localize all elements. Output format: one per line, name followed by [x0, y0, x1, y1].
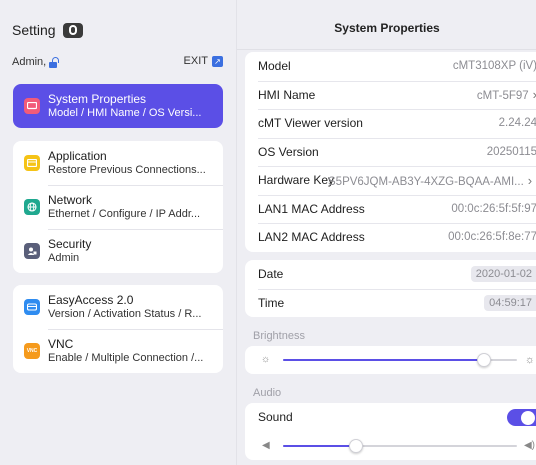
sound-label: Sound	[258, 410, 293, 425]
easyaccess-icon	[24, 299, 40, 315]
user-info: Admin,	[12, 56, 60, 68]
menu-group-system: System Properties Model / HMI Name / OS …	[13, 84, 223, 128]
network-icon	[24, 199, 40, 215]
sidebar-item-network[interactable]: Network Ethernet / Configure / IP Addr..…	[13, 185, 223, 229]
sound-row: Sound	[245, 403, 536, 432]
volume-slider-fill	[283, 444, 356, 447]
sidebar-item-title: VNC	[48, 337, 74, 351]
viewer-version-row: cMT Viewer version 2.24.24	[245, 109, 536, 138]
hardware-key-label: Hardware Key	[258, 173, 335, 188]
security-icon	[24, 243, 40, 259]
os-version-row: OS Version 20250115	[245, 137, 536, 167]
app-title-text: Setting	[12, 22, 56, 38]
date-row: Date 2020-01-02	[245, 260, 536, 289]
sidebar-item-subtitle: Ethernet / Configure / IP Addr...	[48, 208, 201, 220]
lan1-mac-label: LAN1 MAC Address	[258, 201, 365, 216]
exit-label: EXIT	[183, 55, 208, 67]
hmi-name-row[interactable]: HMI Name cMT-5F97 ›	[245, 80, 536, 110]
brightness-slider-thumb[interactable]	[477, 353, 492, 367]
hardware-key-row[interactable]: Hardware Key S5PV6JQM-AB3Y-4XZG-BQAA-AMI…	[245, 166, 536, 195]
brightness-slider[interactable]	[283, 353, 517, 367]
properties-group: Model cMT3108XP (iV) HMI Name cMT-5F97› …	[245, 52, 536, 252]
hmi-name-value: cMT-5F97	[476, 90, 529, 103]
sidebar-item-subtitle: Model / HMI Name / OS Versi...	[48, 107, 202, 119]
sidebar-item-system-properties[interactable]: System Properties Model / HMI Name / OS …	[13, 84, 223, 128]
sidebar-item-title: Security	[48, 237, 92, 251]
viewer-version-label: cMT Viewer version	[258, 116, 363, 131]
sidebar-item-easyaccess[interactable]: EasyAccess 2.0 Version / Activation Stat…	[13, 285, 223, 329]
model-label: Model	[258, 59, 291, 74]
lan2-mac-value: 00:0c:26:5f:8e:77	[448, 231, 536, 244]
sidebar-item-subtitle: Version / Activation Status / R...	[48, 308, 202, 320]
hmi-name-label: HMI Name	[258, 87, 316, 102]
time-value[interactable]: 04:59:17	[484, 294, 536, 311]
application-icon	[24, 155, 40, 171]
system-properties-icon	[24, 98, 40, 114]
page-title: System Properties	[237, 0, 536, 50]
exit-arrow-icon: ↗	[212, 55, 223, 67]
settings-sidebar: Setting Admin, EXIT ↗ System Properties …	[0, 0, 236, 465]
volume-high-icon: ◀)	[523, 439, 535, 451]
unlock-icon[interactable]	[49, 56, 60, 68]
hmi-name-value-wrap: cMT-5F97 ›	[477, 87, 536, 102]
os-version-label: OS Version	[258, 144, 319, 159]
sidebar-header: Setting Admin, EXIT ↗	[0, 0, 236, 68]
lan1-mac-value: 00:0c:26:5f:5f:97	[451, 202, 536, 215]
brightness-slider-fill	[283, 359, 485, 361]
sidebar-item-title: EasyAccess 2.0	[48, 293, 134, 307]
volume-slider[interactable]	[283, 438, 517, 453]
sidebar-item-application[interactable]: Application Restore Previous Connections…	[13, 141, 223, 185]
app-title: Setting	[12, 22, 83, 38]
brightness-slider-row: ☼ ☼	[245, 346, 536, 374]
viewer-version-value: 2.24.24	[498, 117, 536, 130]
sound-toggle[interactable]	[507, 409, 536, 426]
app-logo-icon	[62, 22, 83, 38]
audio-group: Sound ◀ ◀)	[245, 403, 536, 460]
sidebar-item-subtitle: Restore Previous Connections...	[48, 164, 206, 176]
hardware-key-value-wrap: S5PV6JQM-AB3Y-4XZG-BQAA-AMI... ›	[328, 173, 536, 188]
volume-slider-row: ◀ ◀)	[245, 432, 536, 460]
brightness-section-label: Brightness	[253, 330, 305, 342]
lan1-mac-row: LAN1 MAC Address 00:0c:26:5f:5f:97	[245, 194, 536, 224]
chevron-right-icon: ›	[533, 87, 536, 102]
brightness-low-icon: ☼	[261, 354, 271, 365]
detail-panel: System Properties Model cMT3108XP (iV) H…	[236, 0, 536, 465]
volume-low-icon: ◀	[262, 439, 270, 451]
date-label: Date	[258, 267, 284, 282]
brightness-group: ☼ ☼	[245, 346, 536, 374]
datetime-group: Date 2020-01-02 Time 04:59:17	[245, 260, 536, 317]
menu-group-remote: EasyAccess 2.0 Version / Activation Stat…	[13, 285, 223, 373]
hardware-key-value: S5PV6JQM-AB3Y-4XZG-BQAA-AMI...	[328, 175, 524, 188]
os-version-value: 20250115	[486, 145, 536, 158]
sidebar-item-subtitle: Enable / Multiple Connection /...	[48, 352, 204, 364]
date-value[interactable]: 2020-01-02	[470, 266, 536, 282]
user-name: Admin,	[12, 56, 47, 68]
sidebar-item-subtitle: Admin	[48, 252, 80, 264]
sidebar-item-title: Network	[48, 193, 93, 207]
menu-group-app: Application Restore Previous Connections…	[13, 141, 223, 273]
vnc-icon: VNC	[24, 343, 40, 359]
sidebar-item-vnc[interactable]: VNC VNC Enable / Multiple Connection /..…	[13, 329, 223, 373]
brightness-high-icon: ☼	[524, 354, 535, 366]
time-label: Time	[258, 295, 285, 310]
time-row: Time 04:59:17	[245, 288, 536, 318]
sidebar-item-security[interactable]: Security Admin	[13, 229, 223, 273]
model-row: Model cMT3108XP (iV)	[245, 52, 536, 81]
model-value: cMT3108XP (iV)	[452, 60, 536, 73]
volume-slider-thumb[interactable]	[348, 438, 363, 453]
lan2-mac-row: LAN2 MAC Address 00:0c:26:5f:8e:77	[245, 223, 536, 252]
chevron-right-icon: ›	[527, 172, 533, 188]
sidebar-item-title: System Properties	[48, 92, 147, 106]
sidebar-item-title: Application	[48, 149, 107, 163]
exit-button[interactable]: EXIT ↗	[184, 55, 223, 67]
audio-section-label: Audio	[253, 387, 282, 399]
lan2-mac-label: LAN2 MAC Address	[258, 230, 365, 245]
vnc-icon-text: VNC	[26, 348, 38, 354]
